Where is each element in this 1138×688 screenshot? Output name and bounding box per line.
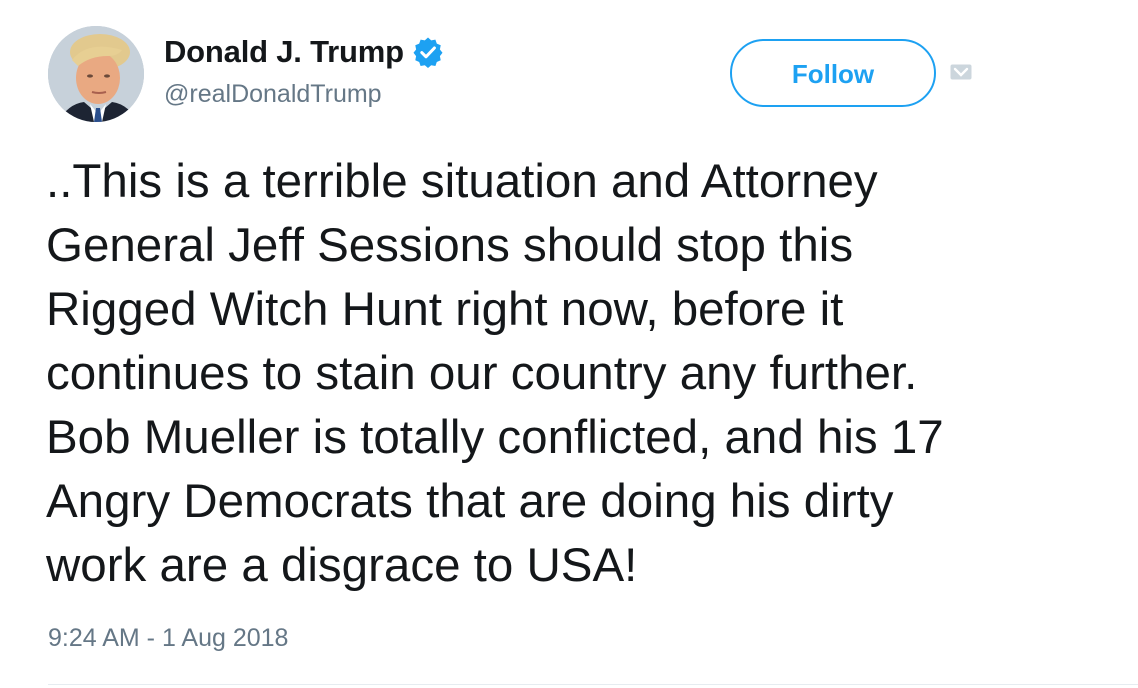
tweet-text-line: Angry Democrats that are doing his dirty (46, 475, 894, 528)
tweet-text-line: continues to stain our country any furth… (46, 347, 918, 400)
tweet-text-line: General Jeff Sessions should stop this (46, 219, 854, 272)
tweet-text-line: Bob Mueller is totally conflicted, and h… (46, 411, 944, 464)
tweet-text-line: work are a disgrace to USA! (46, 539, 638, 592)
avatar[interactable] (48, 26, 144, 122)
divider (48, 684, 1138, 685)
tweet-text-line: Rigged Witch Hunt right now, before it (46, 283, 844, 336)
user-handle[interactable]: @realDonaldTrump (164, 80, 382, 109)
verified-badge-icon (412, 36, 444, 68)
display-name[interactable]: Donald J. Trump (164, 34, 404, 70)
tweet-card: Donald J. Trump @realDonaldTrump Follow … (0, 0, 1138, 688)
tweet-timestamp[interactable]: 9:24 AM - 1 Aug 2018 (48, 624, 288, 653)
tweet-text-line: ..This is a terrible situation and Attor… (46, 155, 878, 208)
tweet-text: ..This is a terrible situation and Attor… (46, 150, 1116, 598)
profile-photo (48, 26, 144, 122)
name-row: Donald J. Trump (164, 30, 444, 74)
follow-button[interactable]: Follow (730, 39, 936, 107)
caret-menu-icon[interactable] (950, 64, 972, 80)
